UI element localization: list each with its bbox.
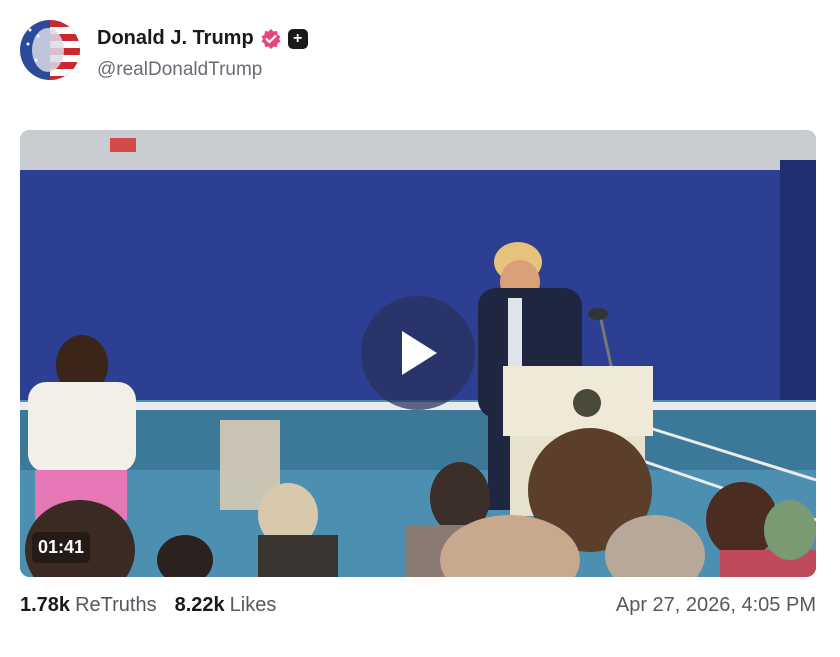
likes-label: Likes xyxy=(229,594,277,616)
author-handle[interactable]: @realDonaldTrump xyxy=(97,59,262,81)
verified-badge-icon xyxy=(260,28,282,50)
likes-count: 8.22k xyxy=(174,594,225,616)
video-player[interactable]: 01:41 xyxy=(20,130,816,577)
video-duration: 01:41 xyxy=(32,532,91,563)
play-icon xyxy=(402,331,437,375)
author-name[interactable]: Donald J. Trump xyxy=(97,27,254,50)
play-button[interactable] xyxy=(361,296,475,410)
retruths-stat[interactable]: 1.78k ReTruths xyxy=(20,594,157,617)
author-name-row: Donald J. Trump + xyxy=(97,27,308,50)
retruths-label: ReTruths xyxy=(75,594,157,616)
likes-stat[interactable]: 8.22k Likes xyxy=(175,594,277,617)
avatar[interactable] xyxy=(20,20,80,80)
post-timestamp[interactable]: Apr 27, 2026, 4:05 PM xyxy=(616,594,816,617)
post-stats: 1.78k ReTruths 8.22k Likes xyxy=(20,594,276,617)
retruths-count: 1.78k xyxy=(20,594,71,616)
plus-badge-icon: + xyxy=(287,28,308,49)
